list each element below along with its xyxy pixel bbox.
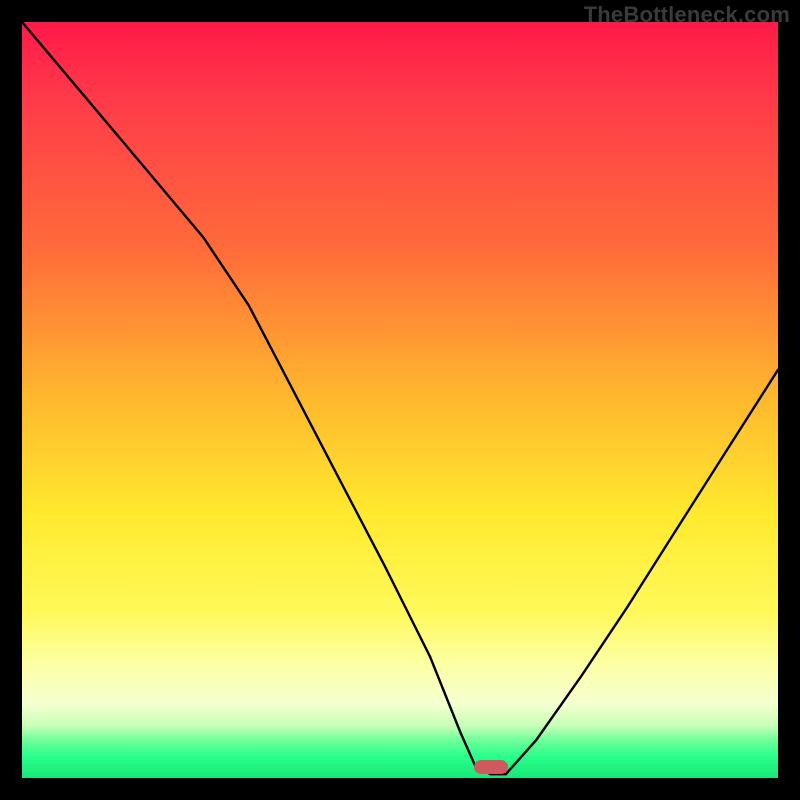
watermark-text: TheBottleneck.com: [584, 2, 790, 28]
curve-path: [22, 22, 778, 774]
chart-frame: TheBottleneck.com: [0, 0, 800, 800]
bottleneck-curve: [22, 22, 778, 778]
optimum-marker: [474, 760, 508, 774]
